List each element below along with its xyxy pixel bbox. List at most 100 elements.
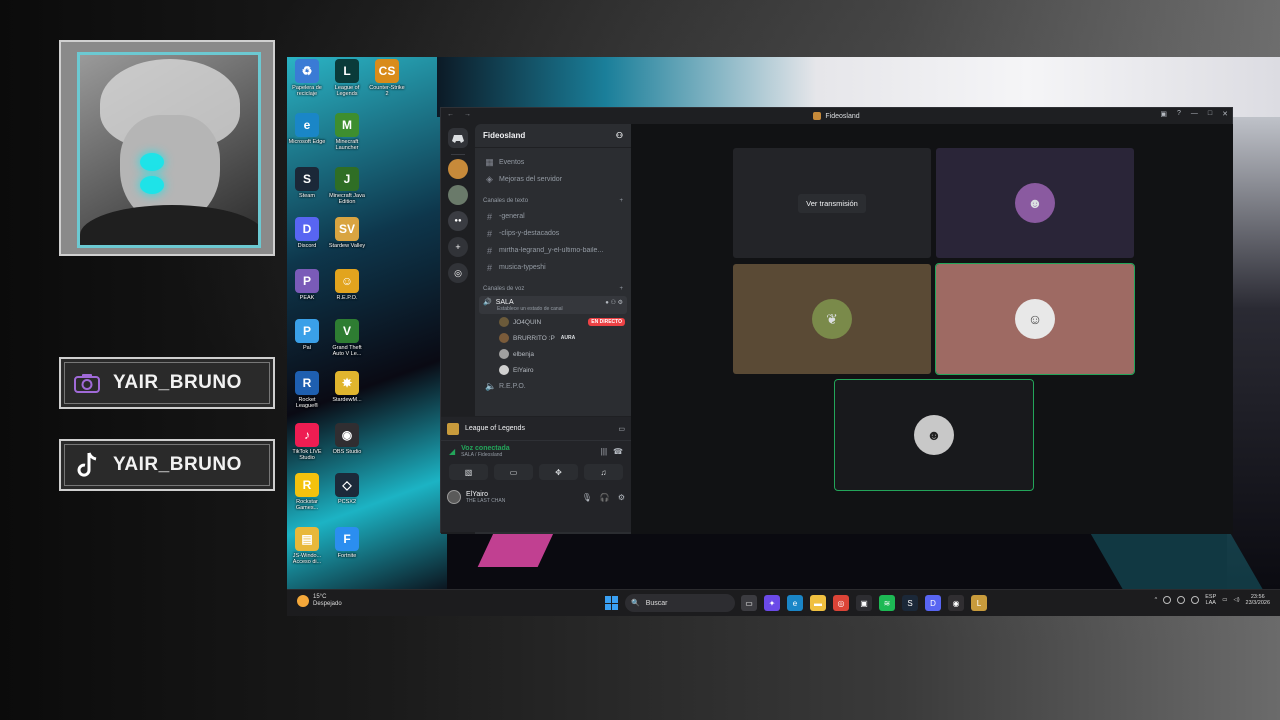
close-button[interactable]: ✕	[1222, 110, 1228, 118]
hash-icon: #	[486, 228, 492, 239]
network-icon[interactable]: ▭	[1222, 597, 1227, 603]
desktop-icon[interactable]: ◉ OBS Studio	[327, 423, 367, 455]
voice-channel-sala[interactable]: 🔊 SALA ● ⚇ ⚙ Establece un estado de cana…	[479, 296, 627, 314]
tray-app-icon[interactable]	[1177, 596, 1186, 604]
desktop-icon[interactable]: R Rocket League®	[287, 371, 327, 409]
voice-user[interactable]: elbenja	[475, 346, 631, 362]
taskbar-steam-icon[interactable]: S	[902, 595, 918, 611]
server-folder-icon[interactable]: ●●	[448, 211, 468, 231]
boosts-item[interactable]: ◈ Mejoras del servidor	[475, 171, 631, 188]
gear-icon[interactable]: ⚙	[618, 493, 625, 502]
desktop-icon[interactable]: SV Stardew Valley	[327, 217, 367, 249]
channel-actions-icon[interactable]: ● ⚇ ⚙	[605, 299, 623, 306]
desktop-icon[interactable]: ▤ JS-Windo... Acceso di...	[287, 527, 327, 565]
headphones-icon[interactable]: 🎧	[600, 493, 610, 502]
voice-status[interactable]: Establece un estado de canal	[497, 306, 623, 312]
voice-category[interactable]: Canales de voz +	[475, 282, 631, 296]
inbox-icon[interactable]: ▣	[1160, 110, 1167, 118]
desktop-icon[interactable]: ♪ TikTok LIVE Studio	[287, 423, 327, 461]
taskbar-chrome-icon[interactable]: ◎	[833, 595, 849, 611]
desktop-icon[interactable]: R Rockstar Games...	[287, 473, 327, 511]
app-icon: R	[295, 371, 319, 395]
desktop-icon[interactable]: P Pal	[287, 319, 327, 351]
voice-user[interactable]: JO4QUIN EN DIRECTO	[475, 314, 631, 330]
stream-tile[interactable]: Ver transmisión	[733, 148, 931, 258]
volume-icon[interactable]: ◁)	[1233, 597, 1239, 603]
desktop-icon[interactable]: e Microsoft Edge	[287, 113, 327, 145]
channel-clips[interactable]: # -clips-y-destacados	[475, 225, 631, 242]
desktop-icon[interactable]: ♻ Papelera de reciclaje	[287, 59, 327, 97]
invite-icon[interactable]: ⚇	[616, 131, 623, 140]
discover-icon[interactable]: ◎	[448, 263, 468, 283]
events-item[interactable]: ▦ Eventos	[475, 154, 631, 171]
desktop-icon[interactable]: ◇ PCSX2	[327, 473, 367, 505]
channel-general[interactable]: # -general	[475, 208, 631, 225]
channel-mirtha[interactable]: # mirtha-legrand_y-el-ultimo-baile...	[475, 242, 631, 259]
language-indicator[interactable]: ESP LAA	[1205, 594, 1216, 606]
taskbar-edge-icon[interactable]: e	[787, 595, 803, 611]
taskbar-discord-icon[interactable]: D	[925, 595, 941, 611]
direct-messages-icon[interactable]	[448, 128, 468, 148]
server-icon[interactable]	[448, 185, 468, 205]
taskbar-task-view-icon[interactable]: ▭	[741, 595, 757, 611]
taskbar-obs-icon[interactable]: ◉	[948, 595, 964, 611]
voice-channel-repo[interactable]: 🔈 R.E.P.O.	[475, 378, 631, 395]
taskbar-copilot-icon[interactable]: ✦	[764, 595, 780, 611]
voice-user[interactable]: ElYairo	[475, 362, 631, 378]
desktop-icon-label: R.E.P.O.	[336, 295, 358, 301]
clock[interactable]: 23:56 23/3/2026	[1246, 594, 1270, 606]
maximize-button[interactable]: □	[1208, 110, 1212, 118]
disconnect-icon[interactable]: ☎	[613, 447, 623, 456]
activity-settings-icon[interactable]: ▭	[618, 425, 625, 433]
screen-share-button[interactable]: ▭	[494, 464, 533, 480]
add-channel-icon[interactable]: +	[619, 286, 623, 292]
nav-arrows-icon[interactable]: ← →	[447, 111, 475, 118]
taskbar-league-icon[interactable]: L	[971, 595, 987, 611]
desktop-icon[interactable]: CS Counter-Strike 2	[367, 59, 407, 97]
search-box[interactable]: 🔍 Buscar	[625, 594, 735, 612]
desktop-icon[interactable]: D Discord	[287, 217, 327, 249]
avatar: ☻	[1015, 183, 1055, 223]
desktop-icon[interactable]: V Grand Theft Auto V Le...	[327, 319, 367, 357]
user-tile-speaking[interactable]: ☻	[834, 379, 1034, 491]
user-tile[interactable]: ❦	[733, 264, 931, 374]
desktop-icon[interactable]: ☺ R.E.P.O.	[327, 269, 367, 301]
user-tile[interactable]: ☻	[936, 148, 1134, 258]
desktop-icon[interactable]: P PEAK	[287, 269, 327, 301]
microphone-icon[interactable]: 🎙	[582, 493, 592, 502]
tray-app-icon[interactable]	[1191, 596, 1200, 604]
weather-widget[interactable]: 15°C Despejado	[297, 594, 342, 608]
help-icon[interactable]: ?	[1177, 110, 1181, 118]
server-fideosland-icon[interactable]	[448, 159, 468, 179]
voice-user[interactable]: BRURRITO :P AURA	[475, 330, 631, 346]
taskbar-spotify-icon[interactable]: ≋	[879, 595, 895, 611]
desktop-icon[interactable]: ✸ StardewM...	[327, 371, 367, 403]
minimize-button[interactable]: —	[1191, 110, 1198, 118]
add-channel-icon[interactable]: +	[619, 198, 623, 204]
desktop-icon[interactable]: F Fortnite	[327, 527, 367, 559]
add-server-icon[interactable]: +	[448, 237, 468, 257]
server-header[interactable]: Fideosland ⚇	[475, 124, 631, 148]
camera-toggle-button[interactable]: ▧	[449, 464, 488, 480]
taskbar-file-explorer-icon[interactable]: ▬	[810, 595, 826, 611]
desktop-icon[interactable]: J Minecraft Java Edition	[327, 167, 367, 205]
desktop-icon[interactable]: S Steam	[287, 167, 327, 199]
desktop-icon-label: PEAK	[299, 295, 315, 301]
activity-bar[interactable]: League of Legends ▭	[441, 417, 631, 441]
taskbar-store-icon[interactable]: ▣	[856, 595, 872, 611]
activities-button[interactable]: ✥	[539, 464, 578, 480]
desktop-icon[interactable]: M Minecraft Launcher	[327, 113, 367, 151]
channel-musica[interactable]: # musica-typeshi	[475, 259, 631, 276]
soundboard-button[interactable]: ♫	[584, 464, 623, 480]
tray-app-icon[interactable]	[1163, 596, 1172, 604]
user-tile-speaking[interactable]: ☺	[935, 263, 1135, 375]
watch-stream-button[interactable]: Ver transmisión	[798, 193, 866, 213]
app-icon: ♪	[295, 423, 319, 447]
boost-icon: ◈	[486, 174, 493, 184]
noise-suppression-icon[interactable]: |||	[601, 447, 607, 456]
desktop-icon[interactable]: L League of Legends	[327, 59, 367, 97]
chevron-up-icon[interactable]: ^	[1155, 597, 1158, 603]
avatar[interactable]	[447, 490, 461, 504]
start-button[interactable]	[605, 596, 619, 610]
text-category[interactable]: Canales de texto +	[475, 194, 631, 208]
